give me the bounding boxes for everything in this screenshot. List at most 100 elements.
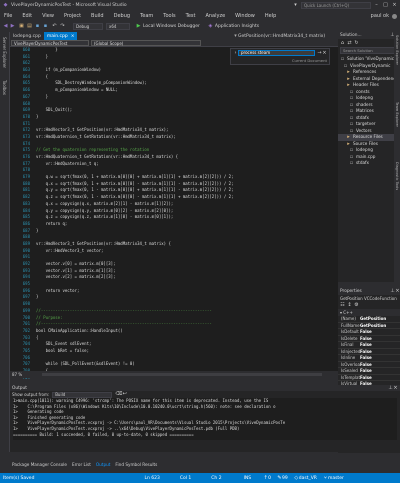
output-source-select[interactable]: Build — [52, 391, 113, 398]
minimize-icon[interactable]: – — [374, 3, 379, 8]
home-icon[interactable]: ⌂ — [340, 40, 345, 46]
menu-item-debug[interactable]: Debug — [114, 13, 130, 19]
menu-item-tools[interactable]: Tools — [163, 13, 175, 19]
property-value[interactable]: GetPosition — [360, 316, 386, 322]
solution-explorer-side-tab[interactable]: Solution Explorer — [395, 35, 399, 65]
property-value[interactable]: False — [360, 342, 372, 348]
code-line[interactable]: return q; — [36, 221, 326, 228]
tab-package-manager[interactable]: Package Manager Console — [12, 462, 67, 467]
property-value[interactable]: False — [360, 368, 372, 374]
find-scope[interactable]: Current Document — [292, 58, 327, 63]
categorized-icon[interactable]: ☷ — [340, 303, 345, 308]
user-name[interactable]: paul ok — [371, 13, 389, 19]
close-panel-icon[interactable]: × — [393, 385, 398, 391]
back-icon[interactable]: ◀ — [3, 23, 8, 29]
scope-dropdown[interactable]: (Global Scope) — [91, 40, 201, 46]
close-find-icon[interactable]: × — [322, 50, 327, 56]
code-line[interactable] — [36, 101, 326, 108]
code-line[interactable]: } — [36, 94, 326, 101]
tab-lodepng[interactable]: lodepng.cpp — [10, 32, 44, 40]
alphabetical-icon[interactable]: ↕ — [347, 303, 352, 308]
code-line[interactable]: SDL_Quit(); — [36, 107, 326, 114]
code-line[interactable]: vr::HmdQuaternion_t GetRotation(vr::HmdM… — [36, 134, 326, 141]
redo-icon[interactable]: ↷ — [60, 23, 65, 29]
code-line[interactable]: if (m_pCompanionWindow) — [36, 67, 326, 74]
property-value[interactable]: False — [360, 355, 372, 361]
code-line[interactable]: vr::HmdQuaternion_t GetRotation(vr::HmdM… — [36, 154, 326, 161]
menu-item-view[interactable]: View — [42, 13, 54, 19]
avatar[interactable] — [392, 13, 397, 19]
code-line[interactable] — [36, 355, 326, 362]
wrench-icon[interactable]: ⚙ — [354, 303, 359, 308]
code-line[interactable]: //--------------------------------------… — [36, 321, 326, 328]
preview-tab[interactable]: ▾ GetPosition(vr::HmdMatrix34_t matrix) — [233, 32, 338, 40]
code-line[interactable]: // Get the quaternion representing the r… — [36, 147, 326, 154]
code-line[interactable]: q.y = sqrt(fmax(0, 1 - matrix.m[0][0] + … — [36, 187, 326, 194]
code-line[interactable] — [36, 167, 326, 174]
property-value[interactable]: False — [360, 349, 372, 355]
menu-item-build[interactable]: Build — [91, 13, 104, 19]
find-input[interactable]: process steam — [238, 50, 315, 56]
menu-item-help[interactable]: Help — [265, 13, 276, 19]
zoom-level[interactable]: 87 % — [12, 372, 22, 377]
code-line[interactable] — [36, 254, 326, 261]
menu-item-window[interactable]: Window — [235, 13, 255, 19]
save-icon[interactable]: ▪ — [35, 23, 40, 29]
tab-error-list[interactable]: Error List — [72, 462, 91, 467]
code-line[interactable]: vr::HmdQuaternion_t q; — [36, 161, 326, 168]
code-line[interactable] — [36, 281, 326, 288]
tab-output[interactable]: Output — [96, 462, 111, 467]
code-line[interactable]: bool CMainApplication::HandleInput() — [36, 328, 326, 335]
code-line[interactable]: SDL_DestroyWindow(m_pCompanionWindow); — [36, 80, 326, 87]
save-all-icon[interactable]: ▪ — [43, 23, 48, 29]
code-line[interactable]: q.x = copysign(q.x, matrix.m[2][1] - mat… — [36, 201, 326, 208]
code-line[interactable]: // Purpose: — [36, 315, 326, 322]
property-value[interactable]: False — [360, 362, 372, 368]
project-dropdown[interactable]: VivePlayerDynamicPosTest — [11, 40, 89, 46]
code-line[interactable]: q.w = sqrt(fmax(0, 1 + matrix.m[0][0] + … — [36, 174, 326, 181]
application-insights-button[interactable]: Application Insights — [215, 24, 259, 29]
code-line[interactable]: } — [36, 114, 326, 121]
code-line[interactable]: vector.v[2] = matrix.m[2][3]; — [36, 274, 326, 281]
code-line[interactable]: while (SDL_PollEvent(&sdlEvent) != 0) — [36, 361, 326, 368]
menu-item-file[interactable]: File — [4, 13, 12, 19]
code-line[interactable]: vr::HmdVector3_t GetPosition(vr::HmdMatr… — [36, 127, 326, 134]
start-debugging-button[interactable]: Local Windows Debugger — [143, 24, 200, 29]
code-line[interactable]: q.z = copysign(q.z, matrix.m[1][0] - mat… — [36, 214, 326, 221]
refresh-icon[interactable]: ↻ — [354, 40, 359, 46]
filter-icon[interactable]: ▾ — [293, 3, 298, 8]
code-line[interactable] — [36, 121, 326, 128]
tab-find-symbol-results[interactable]: Find Symbol Results — [115, 462, 157, 467]
code-line[interactable]: vector.v[0] = matrix.m[0][3]; — [36, 261, 326, 268]
solution-tree-item[interactable]: ▫ stdafx — [338, 160, 400, 167]
solution-config-select[interactable]: Debug — [73, 22, 103, 30]
server-explorer-tab[interactable]: Server Explorer — [2, 37, 7, 68]
solution-tree-item[interactable]: ▫ Solution 'ViveDynamic — [338, 56, 400, 63]
menu-item-project[interactable]: Project — [64, 13, 81, 19]
code-line[interactable]: q.z = sqrt(fmax(0, 1 - matrix.m[0][0] - … — [36, 194, 326, 201]
menu-item-test[interactable]: Test — [186, 13, 196, 19]
code-line[interactable]: //--------------------------------------… — [36, 308, 326, 315]
word-wrap-icon[interactable]: ↩ — [122, 392, 127, 397]
open-file-icon[interactable]: ▤ — [27, 23, 32, 29]
start-debugging-icon[interactable]: ▶ — [136, 23, 141, 29]
menu-item-analyze[interactable]: Analyze — [205, 13, 225, 19]
code-line[interactable]: } — [36, 294, 326, 301]
sync-icon[interactable]: ⇄ — [347, 40, 352, 46]
application-insights-icon[interactable]: ◈ — [208, 23, 213, 29]
menu-item-team[interactable]: Team — [140, 13, 153, 19]
solution-search-input[interactable]: Search Solution — [340, 47, 398, 54]
code-editor[interactable]: VivePlayerDynamicPosTest (Global Scope) … — [10, 40, 338, 380]
code-line[interactable]: vr::HmdVector3_t vector; — [36, 248, 326, 255]
code-line[interactable]: q.y = copysign(q.y, matrix.m[0][2] - mat… — [36, 208, 326, 215]
solution-platform-select[interactable]: x64 — [106, 22, 130, 30]
property-value[interactable]: False — [360, 336, 372, 342]
code-area[interactable]: } } if (m_pCompanionWindow) { SDL_Destro… — [36, 47, 326, 378]
code-line[interactable]: return vector; — [36, 288, 326, 295]
property-value[interactable]: GetPosition — [360, 323, 386, 329]
properties-object-select[interactable]: GetPosition VCCodeFunction — [338, 295, 400, 302]
clear-all-icon[interactable]: ⌫ — [115, 392, 122, 397]
code-line[interactable] — [36, 141, 326, 148]
code-line[interactable]: m_pCompanionWindow = NULL; — [36, 87, 326, 94]
code-line[interactable] — [36, 301, 326, 308]
